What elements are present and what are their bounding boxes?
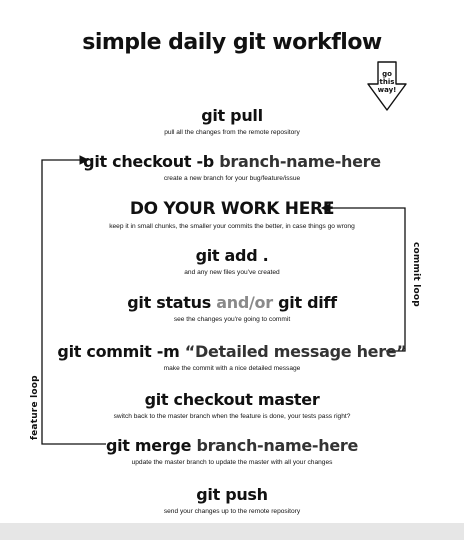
step-description: pull all the changes from the remote rep… (164, 129, 300, 136)
step-description: make the commit with a nice detailed mes… (163, 365, 301, 372)
step-command: git add . (195, 246, 269, 265)
step-description: switch back to the master branch when th… (113, 413, 351, 420)
step-do-your-work: DO YOUR WORK HERE keep it in small chunk… (0, 199, 464, 230)
command-placeholder: branch-name-here (219, 152, 381, 171)
step-description: create a new branch for your bug/feature… (163, 175, 301, 182)
command-part: git commit -m (57, 342, 180, 361)
command-connector: and/or (216, 293, 273, 312)
step-git-push: git push send your changes up to the rem… (0, 485, 464, 515)
step-description: see the changes you're going to commit (173, 316, 291, 323)
step-git-pull: git pull pull all the changes from the r… (0, 106, 464, 136)
step-description: send your changes up to the remote repos… (163, 508, 301, 515)
step-status-diff: git status and/or git diff see the chang… (0, 293, 464, 323)
step-description: and any new files you've created (184, 269, 280, 276)
step-command: git status and/or git diff (0, 293, 464, 312)
command-placeholder: “Detailed message here” (184, 342, 407, 361)
step-merge: git merge branch-name-here update the ma… (0, 436, 464, 466)
step-command: git pull (201, 106, 263, 125)
step-description: keep it in small chunks, the smaller you… (109, 223, 355, 230)
step-command: git commit -m “Detailed message here” (0, 342, 464, 361)
command-part: git checkout -b (83, 152, 214, 171)
step-checkout-master: git checkout master switch back to the m… (0, 390, 464, 420)
step-checkout-branch: git checkout -b branch-name-here create … (0, 152, 464, 182)
command-part: git status (127, 293, 211, 312)
command-part: git merge (105, 436, 192, 455)
workflow-diagram: simple daily git workflow go this way! c… (0, 0, 464, 540)
step-command: git checkout master (144, 390, 320, 409)
step-description: update the master branch to update the m… (131, 459, 333, 466)
step-command: DO YOUR WORK HERE (129, 199, 335, 219)
command-part: git diff (278, 293, 337, 312)
step-command: git merge branch-name-here (0, 436, 464, 455)
step-command: git checkout -b branch-name-here (0, 152, 464, 171)
step-git-add: git add . and any new files you've creat… (0, 246, 464, 276)
step-commit: git commit -m “Detailed message here” ma… (0, 342, 464, 372)
step-command: git push (196, 485, 268, 504)
footer-bar (0, 523, 464, 540)
command-placeholder: branch-name-here (196, 436, 359, 455)
